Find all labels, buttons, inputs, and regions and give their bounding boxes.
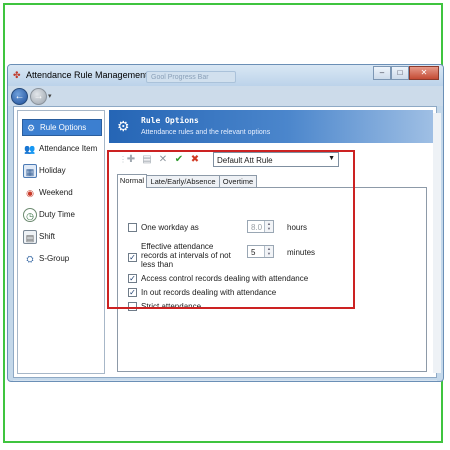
- vertical-scrollbar[interactable]: [433, 113, 441, 373]
- normal-options-panel: One workday as 8.0 ▲ ▼ hours ✓ Effective …: [117, 187, 427, 372]
- effective-attendance-label-line1: Effective attendance: [141, 242, 214, 251]
- minimize-button[interactable]: –: [373, 66, 391, 80]
- close-button[interactable]: ✕: [409, 66, 439, 80]
- rule-select[interactable]: Default Att Rule ▼: [213, 152, 339, 167]
- delete-icon[interactable]: ✕: [157, 154, 169, 166]
- weekend-icon: ◉: [26, 188, 34, 198]
- sidebar-item-label: Shift: [39, 232, 56, 241]
- nav-bar: ← → ▾: [8, 86, 443, 106]
- one-workday-label: One workday as: [141, 223, 199, 232]
- add-icon[interactable]: ✚: [125, 154, 137, 166]
- effective-attendance-label-line3: less than: [141, 260, 174, 269]
- content-area: ⚙ Rule Options 👥 Attendance Item ▦ Holid…: [13, 106, 437, 378]
- maximize-button[interactable]: □: [391, 66, 409, 80]
- page-subtitle: Attendance rules and the relevant option…: [141, 129, 271, 136]
- tab-late-early-absence[interactable]: Late/Early/Absence: [146, 175, 220, 187]
- main-panel: ⚙ Rule Options Attendance rules and the …: [109, 110, 433, 374]
- spin-arrows-icon: ▲ ▼: [264, 246, 273, 257]
- confirm-icon[interactable]: ✔: [173, 154, 185, 166]
- sidebar-item-s-group[interactable]: ⛭ S-Group: [22, 251, 102, 268]
- workday-hours-value: 8.0: [251, 223, 263, 232]
- background-tab: Gool Progress Bar: [146, 71, 236, 83]
- strict-attendance-label: Strict attendance: [141, 302, 202, 311]
- app-icon: ✤: [13, 70, 21, 80]
- sidebar-item-label: Rule Options: [40, 123, 87, 132]
- status-bar: [13, 380, 437, 381]
- spin-arrows-icon: ▲ ▼: [264, 221, 273, 232]
- access-control-checkbox[interactable]: ✓: [128, 274, 137, 283]
- shift-icon: ▤: [23, 230, 37, 244]
- tab-overtime[interactable]: Overtime: [219, 175, 257, 187]
- sidebar-item-label: Weekend: [39, 188, 73, 197]
- hours-unit: hours: [287, 223, 308, 232]
- edit-icon[interactable]: ▤: [141, 154, 153, 166]
- sidebar-item-weekend[interactable]: ◉ Weekend: [22, 185, 102, 202]
- sidebar-item-label: Duty Time: [39, 210, 76, 219]
- users-icon: 👥: [24, 144, 36, 154]
- access-control-label: Access control records dealing with atte…: [141, 274, 309, 283]
- rule-toolbar: ⋮ ✚ ▤ ✕ ✔ ✖ Default Att Rule ▼: [117, 152, 347, 170]
- page-title: Rule Options: [141, 116, 199, 125]
- gear-icon: ⚙: [117, 118, 130, 134]
- app-window: ✤ Attendance Rule Management Gool Progre…: [7, 64, 444, 382]
- header-banner: ⚙ Rule Options Attendance rules and the …: [109, 110, 433, 143]
- calendar-icon: ▦: [23, 164, 37, 178]
- history-dropdown-icon[interactable]: ▾: [48, 92, 52, 100]
- minutes-unit: minutes: [287, 248, 316, 257]
- sidebar-item-shift[interactable]: ▤ Shift: [22, 229, 102, 246]
- in-out-label: In out records dealing with attendance: [141, 288, 277, 297]
- cancel-icon[interactable]: ✖: [189, 154, 201, 166]
- one-workday-checkbox[interactable]: [128, 223, 137, 232]
- sidebar-item-holiday[interactable]: ▦ Holiday: [22, 163, 102, 180]
- window-title: Attendance Rule Management: [26, 70, 148, 80]
- chevron-down-icon: ▼: [328, 155, 335, 162]
- interval-minutes-stepper[interactable]: 5 ▲ ▼: [247, 245, 274, 258]
- sidebar-item-attendance-item[interactable]: 👥 Attendance Item: [22, 141, 102, 158]
- group-icon: ⛭: [26, 254, 34, 264]
- clock-icon: ◷: [23, 208, 37, 222]
- sidebar: ⚙ Rule Options 👥 Attendance Item ▦ Holid…: [17, 110, 105, 374]
- in-out-checkbox[interactable]: ✓: [128, 288, 137, 297]
- effective-attendance-label-line2: records at intervals of not: [141, 251, 231, 260]
- sidebar-item-label: Attendance Item: [39, 144, 98, 153]
- gear-icon: ⚙: [26, 123, 36, 133]
- rule-select-value: Default Att Rule: [217, 156, 273, 165]
- strict-attendance-checkbox[interactable]: [128, 302, 137, 311]
- sidebar-item-duty-time[interactable]: ◷ Duty Time: [22, 207, 102, 224]
- back-arrow-icon[interactable]: ←: [11, 88, 28, 105]
- sidebar-item-label: S-Group: [39, 254, 70, 263]
- workday-hours-stepper[interactable]: 8.0 ▲ ▼: [247, 220, 274, 233]
- effective-attendance-checkbox[interactable]: ✓: [128, 253, 137, 262]
- sidebar-item-label: Holiday: [39, 166, 66, 175]
- forward-arrow-icon[interactable]: →: [30, 88, 47, 105]
- sidebar-item-rule-options[interactable]: ⚙ Rule Options: [22, 119, 102, 136]
- window-controls: – □ ✕: [373, 66, 439, 81]
- interval-minutes-value: 5: [251, 248, 256, 257]
- tab-normal[interactable]: Normal: [117, 174, 147, 188]
- title-bar[interactable]: ✤ Attendance Rule Management Gool Progre…: [8, 65, 443, 86]
